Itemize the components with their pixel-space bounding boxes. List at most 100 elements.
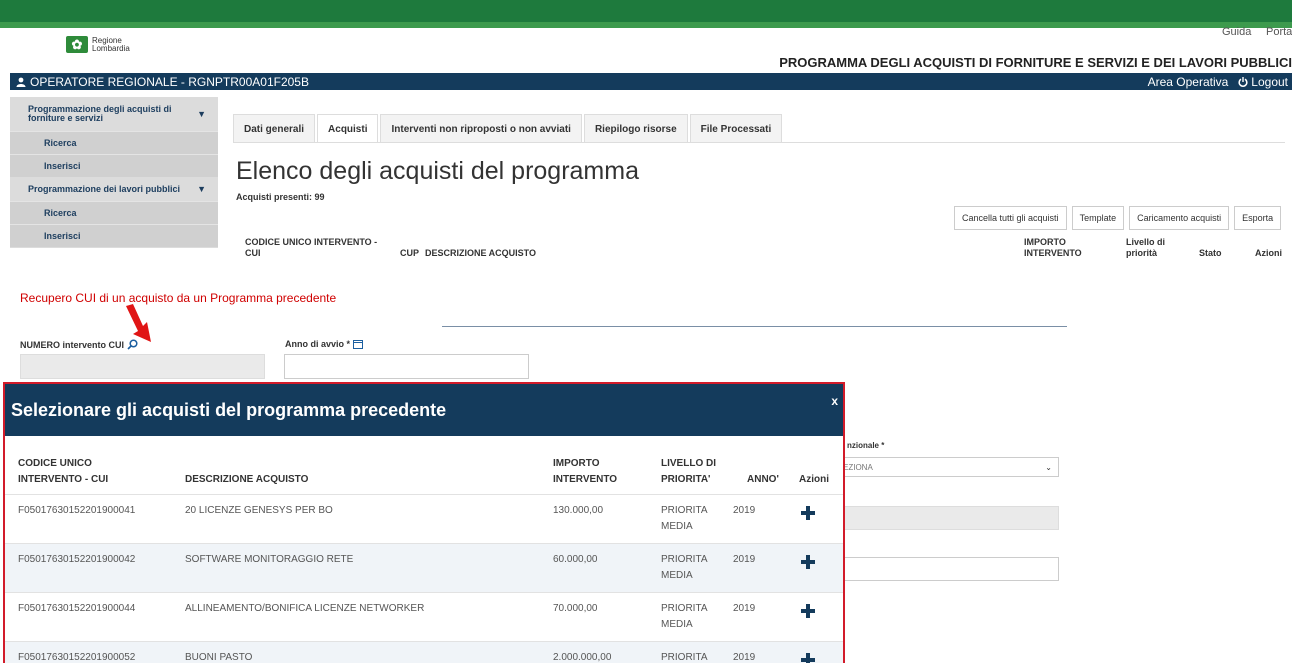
page-title: Elenco degli acquisti del programma xyxy=(236,157,639,185)
guida-link[interactable]: Guida xyxy=(1222,26,1251,38)
tab-divider xyxy=(233,142,1285,143)
row-livello: PRIORITA xyxy=(661,652,708,663)
select-acquisti-modal: Selezionare gli acquisti del programma p… xyxy=(3,382,845,663)
row-cui: F05017630152201900041 xyxy=(18,505,136,516)
row-descrizione: 20 LICENZE GENESYS PER BO xyxy=(185,505,333,516)
search-icon[interactable] xyxy=(127,339,138,350)
rose-logo-icon: ✿ xyxy=(66,36,88,53)
add-plus-icon[interactable] xyxy=(801,604,815,618)
row-descrizione: SOFTWARE MONITORAGGIO RETE xyxy=(185,554,354,565)
modal-col-anno: ANNO' xyxy=(747,474,779,485)
row-cui: F05017630152201900044 xyxy=(18,603,136,614)
row-importo: 60.000,00 xyxy=(553,554,598,565)
row-livello: PRIORITA MEDIA xyxy=(661,554,707,581)
tab-file-processati[interactable]: File Processati xyxy=(689,114,783,143)
text-input[interactable] xyxy=(838,557,1059,581)
sidebar-section-lavori[interactable]: Programmazione dei lavori pubblici ▼ xyxy=(10,177,218,201)
modal-title: Selezionare gli acquisti del programma p… xyxy=(11,399,447,420)
sidebar-section-acquisti[interactable]: Programmazione degli acquisti di fornitu… xyxy=(10,97,218,131)
row-importo: 2.000.000,00 xyxy=(553,652,612,663)
modal-table-header: CODICE UNICO INTERVENTO - CUI DESCRIZION… xyxy=(5,436,843,494)
col-azioni: Azioni xyxy=(1255,248,1282,258)
sidebar-section-label: Programmazione dei lavori pubblici xyxy=(28,184,181,194)
row-descrizione: ALLINEAMENTO/BONIFICA LICENZE NETWORKER xyxy=(185,603,425,614)
acquisti-count: Acquisti presenti: 99 xyxy=(236,192,325,202)
anno-avvio-input[interactable] xyxy=(284,354,529,379)
table-row: F05017630152201900044 ALLINEAMENTO/BONIF… xyxy=(5,592,843,641)
action-buttons: Cancella tutti gli acquisti Template Car… xyxy=(954,206,1282,230)
row-livello: PRIORITA MEDIA xyxy=(661,603,707,630)
col-livello: Livello di priorità xyxy=(1126,237,1166,258)
program-title: PROGRAMMA DEGLI ACQUISTI DI FORNITURE E … xyxy=(779,55,1292,70)
close-icon[interactable]: x xyxy=(831,394,838,408)
regione-lombardia-logo[interactable]: ✿ Regione Lombardia xyxy=(66,36,130,53)
power-icon xyxy=(1238,76,1248,87)
add-plus-icon[interactable] xyxy=(801,506,815,520)
sidebar-section-label: Programmazione degli acquisti di fornitu… xyxy=(28,104,172,123)
col-importo: IMPORTO INTERVENTO xyxy=(1024,237,1082,258)
sidebar-item-inserisci[interactable]: Inserisci xyxy=(10,154,218,177)
table-row: F05017630152201900041 20 LICENZE GENESYS… xyxy=(5,494,843,543)
logo-line2: Lombardia xyxy=(92,43,130,53)
row-anno: 2019 xyxy=(733,652,756,663)
add-plus-icon[interactable] xyxy=(801,653,815,663)
col-stato: Stato xyxy=(1199,248,1222,258)
caret-down-icon: ▼ xyxy=(197,184,206,194)
section-divider xyxy=(442,326,1067,327)
row-cui: F05017630152201900042 xyxy=(18,554,136,565)
funzionale-label: nzionale * xyxy=(847,441,885,450)
sidebar-item-ricerca[interactable]: Ricerca xyxy=(10,131,218,154)
cui-label: NUMERO intervento CUI xyxy=(20,339,138,350)
logout-label: Logout xyxy=(1251,74,1288,89)
modal-header: Selezionare gli acquisti del programma p… xyxy=(5,384,843,436)
select-value: EZIONA xyxy=(843,462,873,472)
col-descrizione: DESCRIZIONE ACQUISTO xyxy=(425,248,537,258)
caricamento-acquisti-button[interactable]: Caricamento acquisti xyxy=(1129,206,1230,230)
user-icon xyxy=(16,77,26,87)
tab-acquisti[interactable]: Acquisti xyxy=(317,114,379,143)
annotation-text: Recupero CUI di un acquisto da un Progra… xyxy=(20,291,337,305)
caret-down-icon: ▼ xyxy=(197,109,206,119)
portale-link[interactable]: Portale xyxy=(1266,26,1292,38)
top-green-band xyxy=(0,22,1292,28)
col-cup: CUP xyxy=(400,248,420,258)
row-livello: PRIORITA MEDIA xyxy=(661,505,707,532)
table-row: F05017630152201900052 BUONI PASTO 2.000.… xyxy=(5,641,843,663)
row-anno: 2019 xyxy=(733,505,756,516)
row-cui: F05017630152201900052 xyxy=(18,652,136,663)
cui-label-text: NUMERO intervento CUI xyxy=(20,339,125,350)
cui-field[interactable] xyxy=(20,354,265,379)
tab-riepilogo-risorse[interactable]: Riepilogo risorse xyxy=(583,114,688,143)
tab-interventi-non-riproposti[interactable]: Interventi non riproposti o non avviati xyxy=(380,114,582,143)
operator-name: OPERATORE REGIONALE - RGNPTR00A01F205B xyxy=(30,74,309,89)
col-cui: CODICE UNICO INTERVENTO - CUI xyxy=(245,237,378,258)
add-plus-icon[interactable] xyxy=(801,555,815,569)
esporta-button[interactable]: Esporta xyxy=(1234,206,1282,230)
tab-dati-generali[interactable]: Dati generali xyxy=(233,114,316,143)
modal-col-descrizione: DESCRIZIONE ACQUISTO xyxy=(185,474,309,485)
sidebar-item-inserisci[interactable]: Inserisci xyxy=(10,224,218,247)
readonly-field xyxy=(838,506,1059,530)
logout-button[interactable]: Logout xyxy=(1238,75,1288,89)
cancella-tutti-button[interactable]: Cancella tutti gli acquisti xyxy=(954,206,1067,230)
row-anno: 2019 xyxy=(733,603,756,614)
table-row: F05017630152201900042 SOFTWARE MONITORAG… xyxy=(5,543,843,592)
modal-col-cui: CODICE UNICO INTERVENTO - CUI xyxy=(18,458,109,485)
modal-col-livello: LIVELLO DI PRIORITA' xyxy=(661,458,716,485)
sidebar: Programmazione degli acquisti di fornitu… xyxy=(10,97,218,248)
tab-bar: Dati generali Acquisti Interventi non ri… xyxy=(233,114,784,143)
funzionale-select[interactable]: EZIONA ⌄ xyxy=(838,457,1059,477)
calendar-icon[interactable] xyxy=(353,339,364,349)
anno-label-text: Anno di avvio * xyxy=(285,339,351,349)
template-button[interactable]: Template xyxy=(1071,206,1125,230)
row-descrizione: BUONI PASTO xyxy=(185,652,253,663)
operator-bar: OPERATORE REGIONALE - RGNPTR00A01F205B A… xyxy=(10,73,1292,90)
top-green-bar xyxy=(0,0,1292,22)
area-operativa-link[interactable]: Area Operativa xyxy=(1148,75,1229,89)
row-importo: 130.000,00 xyxy=(553,505,604,516)
red-arrow-icon xyxy=(126,304,151,342)
row-importo: 70.000,00 xyxy=(553,603,598,614)
anno-label: Anno di avvio * xyxy=(285,339,364,349)
modal-col-importo: IMPORTO INTERVENTO xyxy=(553,458,618,485)
sidebar-item-ricerca[interactable]: Ricerca xyxy=(10,201,218,224)
